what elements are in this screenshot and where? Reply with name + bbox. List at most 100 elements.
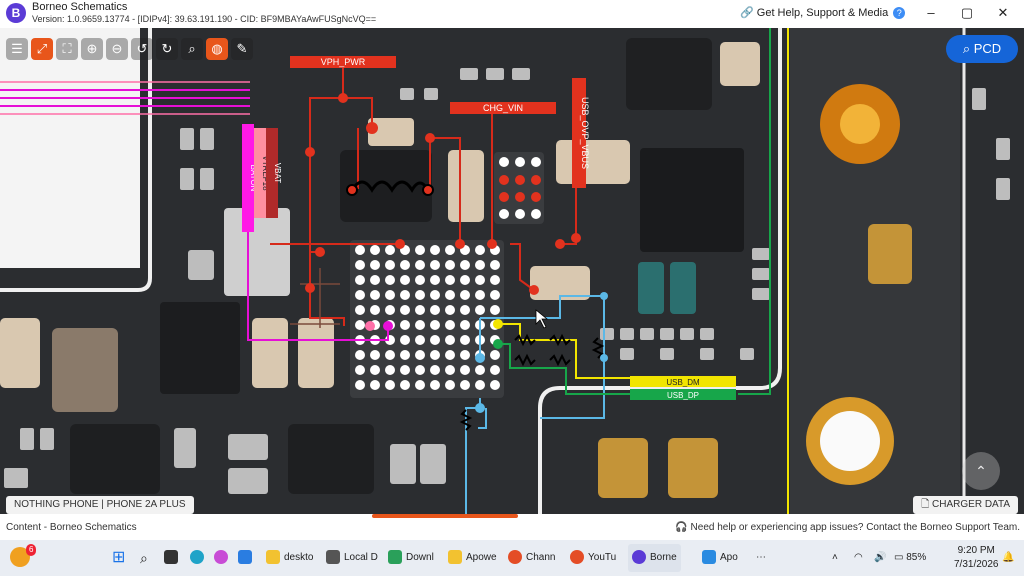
bga-ball[interactable]: [445, 305, 455, 315]
clock[interactable]: 9:20 PM 7/31/2026: [954, 544, 999, 572]
bga-ball[interactable]: [355, 305, 365, 315]
bga-ball[interactable]: [490, 260, 500, 270]
bga-ball[interactable]: [415, 350, 425, 360]
bga-ball[interactable]: [355, 365, 365, 375]
maximize-button[interactable]: ▢: [956, 4, 978, 22]
taskbar-item[interactable]: Downl: [388, 544, 434, 572]
fullscreen-icon[interactable]: ⛶: [56, 38, 78, 60]
help-link[interactable]: 🔗 Get Help, Support & Media ?: [740, 6, 906, 19]
bga-ball[interactable]: [475, 380, 485, 390]
bga-ball[interactable]: [370, 275, 380, 285]
bga-ball[interactable]: [460, 260, 470, 270]
bga-ball[interactable]: [460, 335, 470, 345]
chevron-up-icon[interactable]: ˄: [832, 544, 838, 572]
taskbar-item-active[interactable]: Borne: [628, 544, 681, 572]
bga-ball[interactable]: [430, 365, 440, 375]
bga-ball[interactable]: [355, 260, 365, 270]
bga-ball[interactable]: [400, 335, 410, 345]
task-view-icon[interactable]: [164, 544, 182, 572]
draw-icon[interactable]: ✎: [231, 38, 253, 60]
taskbar-item[interactable]: Apo: [702, 544, 738, 572]
bga-ball[interactable]: [430, 260, 440, 270]
charger-data-button[interactable]: 🗋 CHARGER DATA: [913, 496, 1018, 514]
bga-ball[interactable]: [385, 275, 395, 285]
bga-ball[interactable]: [475, 275, 485, 285]
bga-ball[interactable]: [490, 380, 500, 390]
pcd-button[interactable]: ⌕ PCD: [946, 35, 1018, 63]
bga-ball[interactable]: [430, 275, 440, 285]
bga-ball[interactable]: [460, 320, 470, 330]
bga-ball[interactable]: [490, 275, 500, 285]
bga-ball[interactable]: [445, 245, 455, 255]
bga-ball[interactable]: [400, 305, 410, 315]
bga-ball[interactable]: [415, 320, 425, 330]
horizontal-scrollbar[interactable]: [372, 514, 518, 518]
close-button[interactable]: ✕: [992, 4, 1014, 22]
bga-ball[interactable]: [355, 290, 365, 300]
bga-ball[interactable]: [400, 380, 410, 390]
bga-ball[interactable]: [370, 380, 380, 390]
taskbar-item[interactable]: YouTu: [570, 544, 616, 572]
board-viewer[interactable]: VPH_PWR CHG_VIN USB_OVP_VBUS BATON VTREF…: [0, 28, 1024, 514]
bga-ball[interactable]: [430, 350, 440, 360]
bga-ball[interactable]: [415, 305, 425, 315]
bga-ball[interactable]: [430, 320, 440, 330]
bga-ball[interactable]: [355, 380, 365, 390]
bga-ball[interactable]: [430, 245, 440, 255]
minimize-button[interactable]: –: [920, 4, 942, 22]
bga-ball[interactable]: [445, 335, 455, 345]
fit-view-icon[interactable]: ⤢: [31, 38, 53, 60]
wifi-icon[interactable]: ◠: [854, 544, 863, 572]
bga-ball[interactable]: [385, 290, 395, 300]
rotate-right-icon[interactable]: ↻: [156, 38, 178, 60]
copilot-icon[interactable]: [214, 544, 232, 572]
bga-ball[interactable]: [445, 350, 455, 360]
bga-ball[interactable]: [400, 260, 410, 270]
search-icon[interactable]: ⌕: [181, 38, 203, 60]
mouse-mode-icon[interactable]: ◍: [206, 38, 228, 60]
bga-ball[interactable]: [400, 365, 410, 375]
bga-ball[interactable]: [415, 245, 425, 255]
scroll-up-button[interactable]: ⌃: [962, 452, 1000, 490]
battery-indicator[interactable]: ▭ 85%: [894, 544, 926, 572]
weather-widget[interactable]: 6: [10, 544, 37, 572]
notifications-icon[interactable]: 🔔: [1002, 544, 1014, 572]
bga-ball[interactable]: [415, 260, 425, 270]
rotate-left-icon[interactable]: ↺: [131, 38, 153, 60]
pcb-canvas[interactable]: VPH_PWR CHG_VIN USB_OVP_VBUS BATON VTREF…: [0, 28, 1024, 514]
bga-ball[interactable]: [385, 245, 395, 255]
bga-ball[interactable]: [385, 365, 395, 375]
bga-ball[interactable]: [355, 275, 365, 285]
bga-ball[interactable]: [430, 380, 440, 390]
start-button[interactable]: ⊞: [112, 544, 125, 572]
more-icon[interactable]: ⋯: [756, 544, 766, 572]
bga-ball[interactable]: [415, 335, 425, 345]
bga-ball[interactable]: [460, 380, 470, 390]
store-icon[interactable]: [238, 544, 256, 572]
bga-ball[interactable]: [460, 365, 470, 375]
search-icon[interactable]: ⌕: [140, 544, 148, 572]
bga-ball[interactable]: [445, 275, 455, 285]
edge-icon[interactable]: [190, 544, 208, 572]
bga-ball[interactable]: [490, 350, 500, 360]
bga-ball[interactable]: [475, 305, 485, 315]
taskbar-item[interactable]: Local D: [326, 544, 378, 572]
bga-ball[interactable]: [475, 245, 485, 255]
bga-ball[interactable]: [475, 365, 485, 375]
bga-ball[interactable]: [415, 380, 425, 390]
bga-ball[interactable]: [400, 275, 410, 285]
bga-ball[interactable]: [445, 260, 455, 270]
bga-ball[interactable]: [400, 290, 410, 300]
bga-ball[interactable]: [460, 305, 470, 315]
zoom-in-icon[interactable]: ⊕: [81, 38, 103, 60]
bga-ball[interactable]: [460, 275, 470, 285]
bga-ball[interactable]: [385, 260, 395, 270]
menu-icon[interactable]: ☰: [6, 38, 28, 60]
bga-ball[interactable]: [355, 350, 365, 360]
taskbar-item[interactable]: deskto: [266, 544, 313, 572]
bga-ball[interactable]: [445, 290, 455, 300]
bga-ball[interactable]: [370, 245, 380, 255]
bga-ball[interactable]: [415, 290, 425, 300]
bga-ball[interactable]: [385, 350, 395, 360]
bga-ball[interactable]: [490, 305, 500, 315]
